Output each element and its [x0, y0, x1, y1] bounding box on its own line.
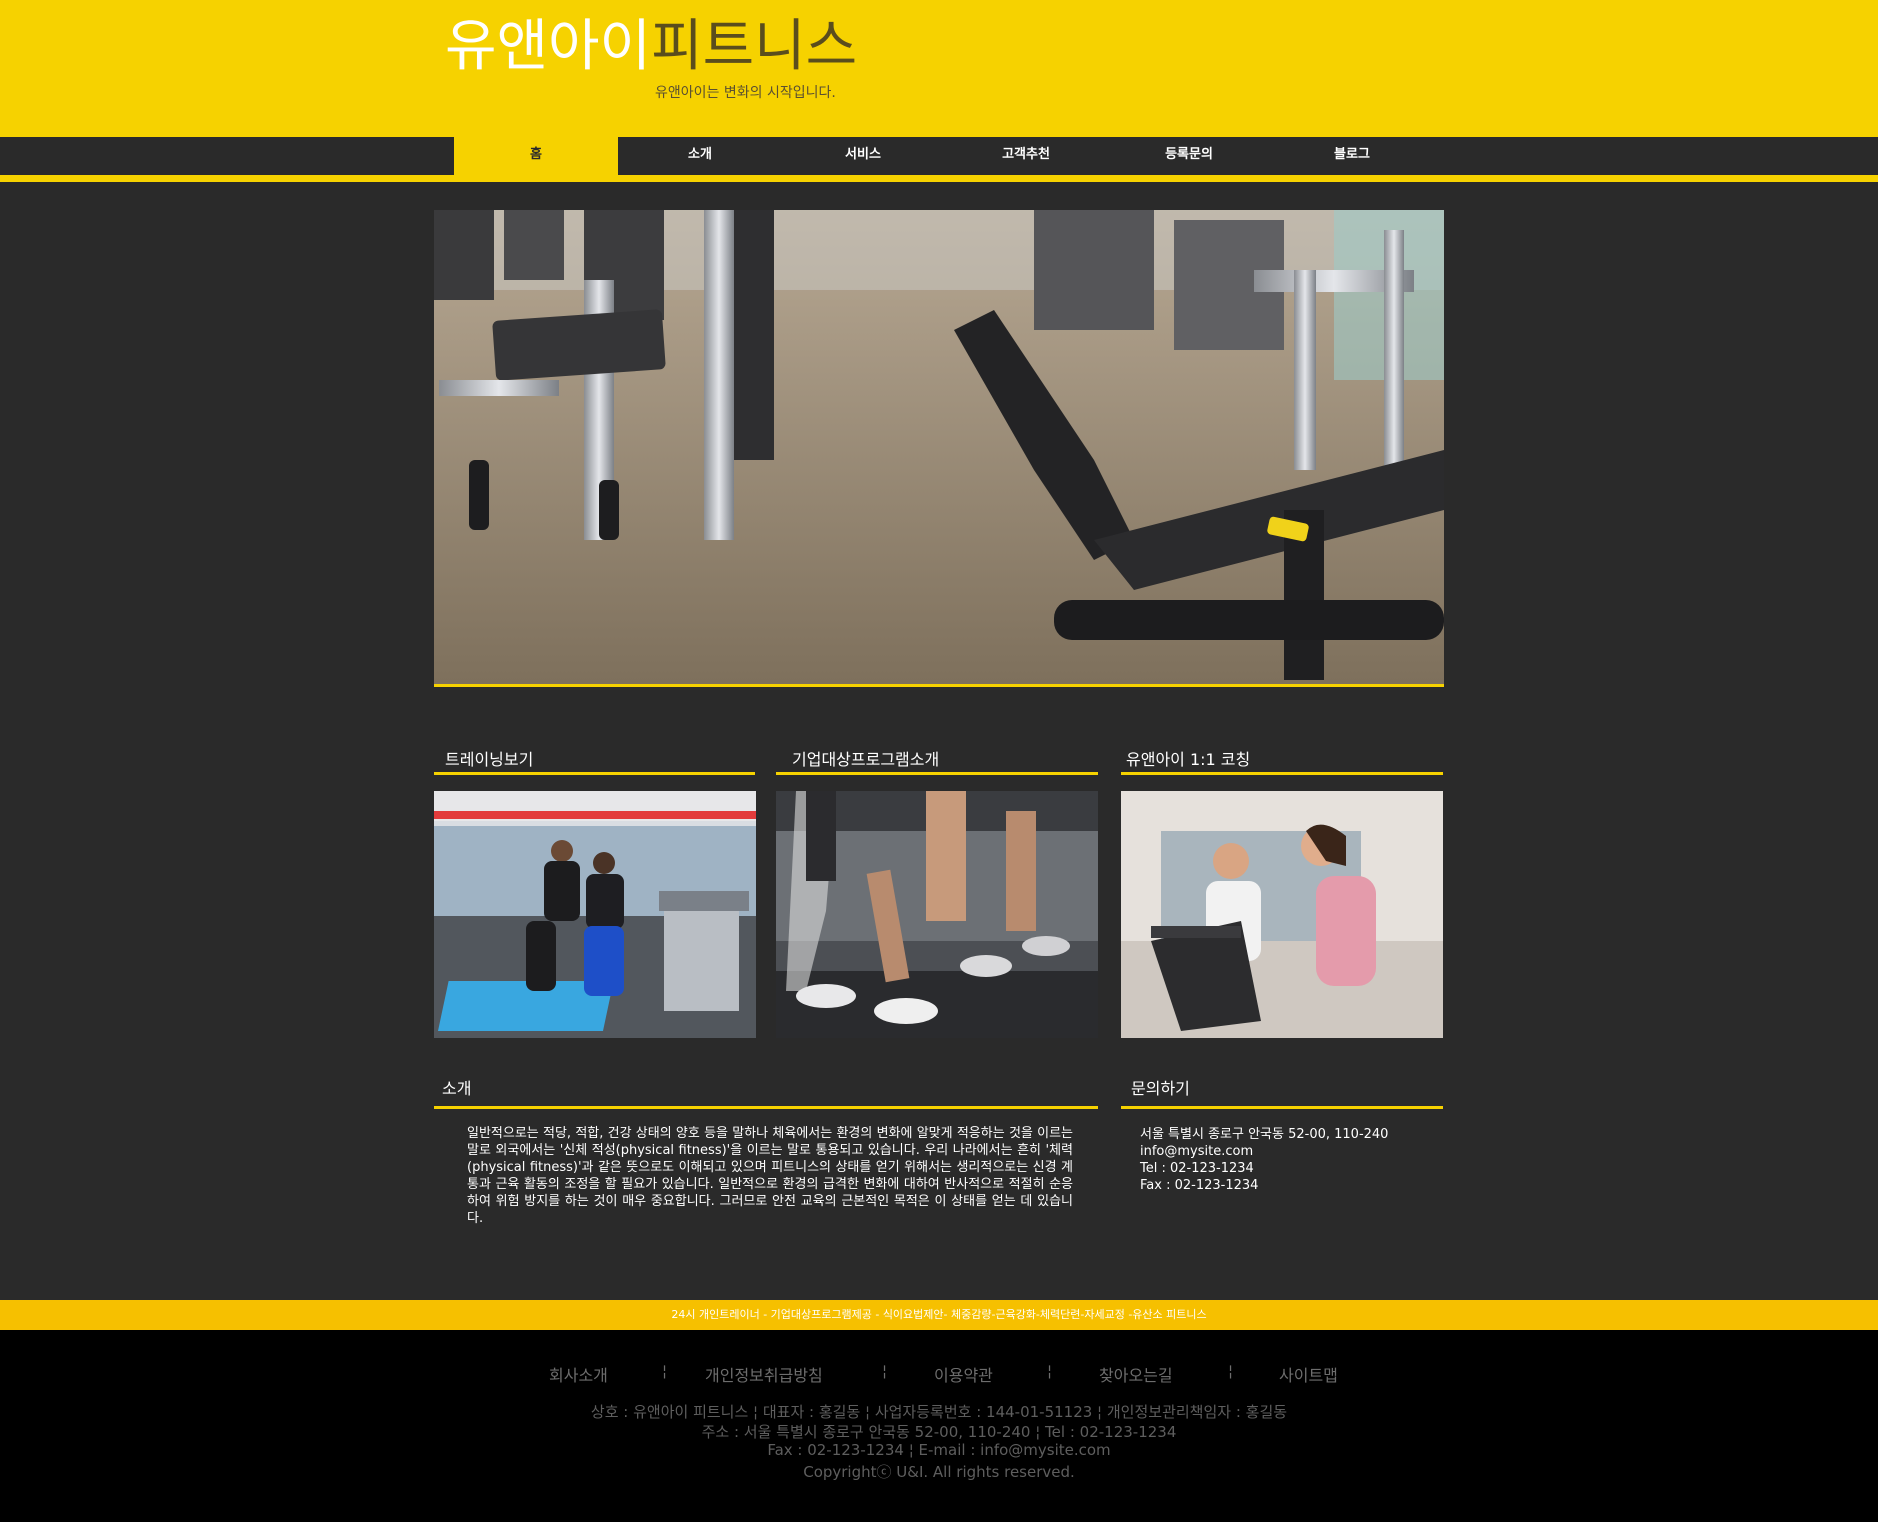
footer-separator: ¦	[882, 1362, 888, 1380]
section-title-intro: 소개	[442, 1079, 472, 1098]
footer-link-privacy[interactable]: 개인정보취급방침	[705, 1362, 823, 1386]
hero-underline	[434, 684, 1444, 687]
section-rule-corporate	[776, 772, 1098, 775]
coaching-photo[interactable]	[1121, 791, 1443, 1038]
coaching-illustration	[1121, 791, 1443, 1038]
treadmill-illustration	[776, 791, 1098, 1038]
section-rule-intro	[434, 1106, 1098, 1109]
section-title-corporate: 기업대상프로그램소개	[792, 750, 940, 769]
nav-item-testimonials[interactable]: 고객추천	[944, 137, 1108, 175]
nav-underline	[0, 175, 1878, 182]
site-tagline: 유앤아이는 변화의 시작입니다.	[655, 85, 836, 101]
training-illustration	[434, 791, 756, 1038]
section-title-coaching: 유앤아이 1:1 코칭	[1126, 750, 1251, 769]
footer-link-sitemap[interactable]: 사이트맵	[1279, 1362, 1338, 1386]
footer-link-company[interactable]: 회사소개	[549, 1362, 608, 1386]
contact-fax: Fax : 02-123-1234	[1140, 1178, 1259, 1193]
training-photo[interactable]	[434, 791, 756, 1038]
contact-tel: Tel : 02-123-1234	[1140, 1161, 1254, 1176]
footer-strip-text: 24시 개인트레이너 - 기업대상프로그램제공 - 식이요법제안- 체중감량-근…	[671, 1308, 1207, 1321]
site-logo[interactable]: 유앤아이피트니스	[445, 12, 857, 82]
section-title-training: 트레이닝보기	[445, 750, 534, 769]
nav-item-services[interactable]: 서비스	[781, 137, 945, 175]
footer-contact-info: Fax : 02-123-1234 ¦ E-mail : info@mysite…	[767, 1441, 1111, 1459]
footer-separator: ¦	[1047, 1362, 1053, 1380]
hero-gym-image	[434, 210, 1444, 684]
section-rule-contact	[1121, 1106, 1443, 1109]
nav-item-about[interactable]: 소개	[618, 137, 782, 175]
contact-address: 서울 특별시 종로구 안국동 52-00, 110-240	[1140, 1127, 1389, 1142]
section-title-contact: 문의하기	[1131, 1079, 1190, 1098]
gym-equipment-illustration	[434, 210, 1444, 684]
footer-link-terms[interactable]: 이용약관	[934, 1362, 993, 1386]
contact-email[interactable]: info@mysite.com	[1140, 1143, 1388, 1160]
site-header	[0, 0, 1878, 137]
intro-paragraph: 일반적으로는 적당, 적합, 건강 상태의 양호 등을 말하나 체육에서는 환경…	[467, 1126, 1073, 1226]
contact-info: 서울 특별시 종로구 안국동 52-00, 110-240 info@mysit…	[1140, 1126, 1388, 1194]
footer-separator: ¦	[1228, 1362, 1234, 1380]
nav-item-home[interactable]: 홈	[454, 137, 618, 175]
nav-item-blog[interactable]: 블로그	[1270, 137, 1434, 175]
footer-link-directions[interactable]: 찾아오는길	[1099, 1362, 1173, 1386]
logo-part1: 유앤아이	[445, 14, 652, 79]
footer-copyright: Copyrightⓒ U&I. All rights reserved.	[803, 1463, 1075, 1481]
section-rule-coaching	[1121, 772, 1443, 775]
corporate-photo[interactable]	[776, 791, 1098, 1038]
footer-separator: ¦	[662, 1362, 668, 1380]
nav-item-register[interactable]: 등록문의	[1107, 137, 1271, 175]
logo-part2: 피트니스	[651, 14, 858, 79]
footer-address-info: 주소 : 서울 특별시 종로구 안국동 52-00, 110-240 ¦ Tel…	[701, 1423, 1177, 1441]
footer-business-info: 상호 : 유앤아이 피트니스 ¦ 대표자 : 홍길동 ¦ 사업자등록번호 : 1…	[590, 1403, 1288, 1421]
section-rule-training	[434, 772, 755, 775]
